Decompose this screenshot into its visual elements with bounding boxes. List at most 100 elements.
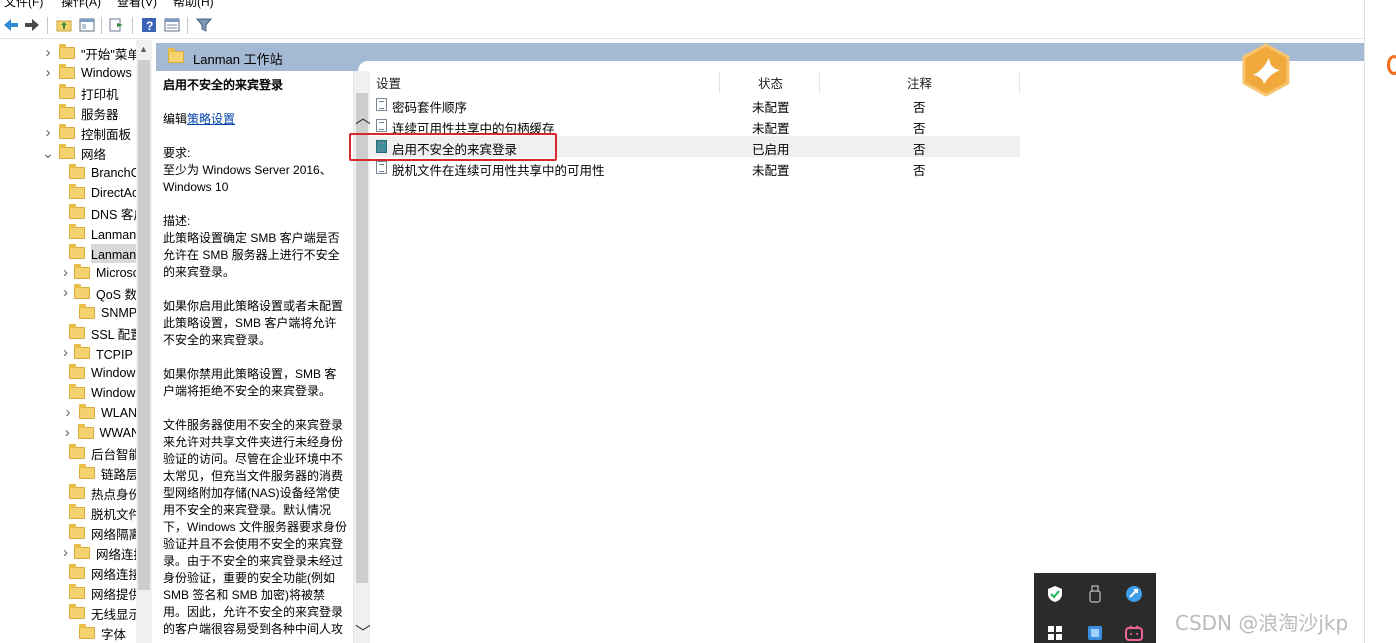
column-divider[interactable] xyxy=(819,71,820,93)
tree-item[interactable]: BranchCache xyxy=(0,163,140,183)
menu-bar: 文件(F) 操作(A) 查看(V) 帮助(H) xyxy=(0,0,1364,9)
chevron-right-icon[interactable]: › xyxy=(63,545,68,560)
column-header-comment[interactable]: 注释 xyxy=(907,71,932,93)
tree-item[interactable]: 链路层 xyxy=(0,463,140,483)
scroll-up-icon[interactable]: ▲ xyxy=(139,44,148,54)
folder-icon xyxy=(59,144,75,159)
tree-item[interactable]: 热点身份 xyxy=(0,483,140,503)
tree-item-label: SSL 配置 xyxy=(91,327,140,342)
tree-item[interactable]: › QoS 数据包 xyxy=(0,283,140,303)
chevron-right-icon[interactable]: › xyxy=(43,45,53,60)
back-icon[interactable] xyxy=(2,16,20,34)
filter-icon[interactable] xyxy=(195,16,213,34)
tree-item[interactable]: › WLAN xyxy=(0,403,140,423)
tree-item[interactable]: SSL 配置 xyxy=(0,323,140,343)
chevron-right-icon[interactable]: › xyxy=(63,285,68,300)
forward-icon[interactable] xyxy=(23,16,41,34)
tree-item[interactable]: 字体 xyxy=(0,623,140,643)
folder-icon xyxy=(74,544,90,559)
tree-item-label: 网络隔离 xyxy=(91,527,140,542)
column-divider[interactable] xyxy=(719,71,720,93)
tree-scrollbar[interactable]: ▲ xyxy=(136,40,152,643)
view-icon[interactable] xyxy=(163,16,181,34)
description-scrollbar-thumb[interactable] xyxy=(356,93,368,583)
chevron-right-icon[interactable]: › xyxy=(63,405,73,420)
app-logo-icon[interactable] xyxy=(1238,42,1294,98)
tree-item[interactable]: 脱机文件 xyxy=(0,503,140,523)
folder-icon xyxy=(59,124,75,139)
toolbar-separator xyxy=(101,17,102,34)
tree-item-label: 后台智能 xyxy=(91,447,140,462)
tree-item[interactable]: › TCPIP 设置 xyxy=(0,343,140,363)
menu-help[interactable]: 帮助(H) xyxy=(173,0,214,10)
chevron-up-icon[interactable]: ︿ xyxy=(355,104,371,128)
tree-item[interactable]: › "开始"菜单 xyxy=(0,43,140,63)
start-grid-icon[interactable] xyxy=(1045,623,1065,643)
tree-item[interactable]: 无线显示 xyxy=(0,603,140,623)
tree-item[interactable]: Lanman 服务器 xyxy=(0,223,140,243)
bilibili-icon[interactable] xyxy=(1124,623,1144,643)
folder-icon xyxy=(79,304,95,319)
policy-header: Lanman 工作站 xyxy=(156,43,1364,71)
folder-icon xyxy=(74,264,90,279)
usb-eject-icon[interactable] xyxy=(1085,584,1105,604)
folder-icon xyxy=(69,224,85,239)
tree-item-label: 网络连接 xyxy=(91,567,140,582)
column-divider[interactable] xyxy=(1019,71,1020,93)
tree-item[interactable]: › 控制面板 xyxy=(0,123,140,143)
folder-icon xyxy=(69,604,85,619)
tree-scrollbar-thumb[interactable] xyxy=(138,60,150,590)
network-tool-icon[interactable] xyxy=(1124,584,1144,604)
menu-action[interactable]: 操作(A) xyxy=(61,0,101,10)
tree-item[interactable]: DirectAccess xyxy=(0,183,140,203)
tree-item[interactable]: Windows xyxy=(0,363,140,383)
app-icon[interactable] xyxy=(1085,623,1105,643)
setting-comment: 否 xyxy=(913,164,926,178)
folder-icon xyxy=(69,364,85,379)
chevron-right-icon[interactable]: › xyxy=(63,265,68,280)
menu-file[interactable]: 文件(F) xyxy=(4,0,43,10)
tree-item[interactable]: ⌄ 网络 xyxy=(0,143,140,163)
app-partial-icon[interactable] xyxy=(1387,55,1396,75)
help-icon[interactable]: ? xyxy=(140,16,158,34)
column-header-state[interactable]: 状态 xyxy=(758,71,783,93)
setting-name: 脱机文件在连续可用性共享中的可用性 xyxy=(392,164,605,178)
chevron-down-icon[interactable]: ﹀ xyxy=(355,619,371,643)
toolbar-separator xyxy=(187,17,188,34)
tree-item[interactable]: 服务器 xyxy=(0,103,140,123)
background-window xyxy=(1364,0,1396,643)
tree-item[interactable]: Windows xyxy=(0,383,140,403)
column-header-setting[interactable]: 设置 xyxy=(376,71,401,93)
tree-item[interactable]: › Microsoft xyxy=(0,263,140,283)
tree-item[interactable]: › WWAN xyxy=(0,423,140,443)
description-title: 启用不安全的来宾登录 xyxy=(163,78,284,92)
chevron-down-icon[interactable]: ⌄ xyxy=(42,146,54,160)
tree-item[interactable]: 后台智能 xyxy=(0,443,140,463)
tree-item[interactable]: › 网络连接 xyxy=(0,543,140,563)
up-folder-icon[interactable] xyxy=(55,16,73,34)
tree-item[interactable]: Lanman 工作站 xyxy=(0,243,140,263)
defender-shield-icon[interactable] xyxy=(1045,584,1065,604)
menu-view[interactable]: 查看(V) xyxy=(117,0,157,10)
tree-item[interactable]: SNMP xyxy=(0,303,140,323)
folder-icon xyxy=(59,64,75,79)
folder-icon xyxy=(77,424,94,439)
show-hide-tree-icon[interactable] xyxy=(78,16,96,34)
chevron-right-icon[interactable]: › xyxy=(43,125,53,140)
edit-policy-link[interactable]: 策略设置 xyxy=(187,112,235,126)
tree-item[interactable]: 网络隔离 xyxy=(0,523,140,543)
chevron-right-icon[interactable]: › xyxy=(43,65,53,80)
chevron-right-icon[interactable]: › xyxy=(63,425,72,440)
tree-item[interactable]: 网络连接 xyxy=(0,563,140,583)
chevron-right-icon[interactable]: › xyxy=(63,345,68,360)
export-list-icon[interactable] xyxy=(108,16,126,34)
tree-item[interactable]: 打印机 xyxy=(0,83,140,103)
tree-item[interactable]: › Windows xyxy=(0,63,140,83)
tree-item-label: Lanman 服务器 xyxy=(91,227,140,242)
folder-icon xyxy=(74,284,90,299)
tree-item[interactable]: 网络提供 xyxy=(0,583,140,603)
toolbar-separator xyxy=(132,17,133,34)
tree-item[interactable]: DNS 客户端 xyxy=(0,203,140,223)
policy-setting-icon xyxy=(376,98,387,111)
table-row[interactable]: 密码套件顺序 未配置 否 xyxy=(370,94,1020,115)
